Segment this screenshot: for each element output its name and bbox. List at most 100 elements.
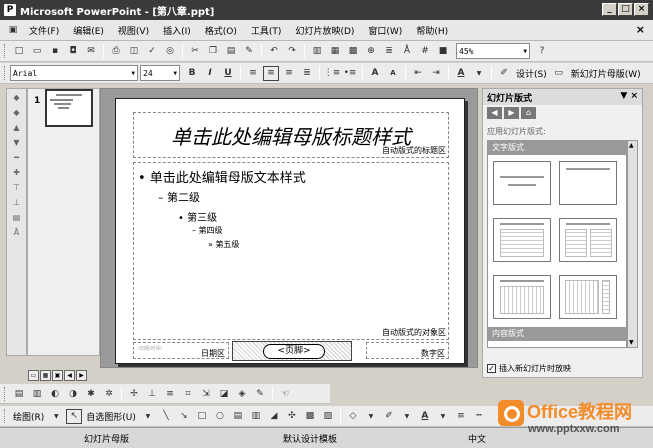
font-combo[interactable]: Arial ▼ <box>10 65 138 81</box>
number-placeholder[interactable]: 数字区 <box>366 342 449 359</box>
new-icon[interactable]: □ <box>11 44 27 59</box>
body-level-3[interactable]: • 第三级 <box>178 209 217 224</box>
line-color-icon[interactable]: ✐ <box>381 409 397 424</box>
new-master-button[interactable]: 新幻灯片母版(W) <box>568 67 644 80</box>
select-objects-icon[interactable]: ↖ <box>66 408 83 424</box>
menu-help[interactable]: 帮助(H) <box>409 24 455 37</box>
scroll-left-icon[interactable]: ◀ <box>64 369 75 381</box>
email-icon[interactable]: ✉ <box>83 44 99 59</box>
task-pane-controls[interactable]: ▼ × <box>620 91 638 101</box>
scroll-down-icon[interactable]: ▼ <box>629 339 634 346</box>
arrow-right-icon[interactable]: ◆ <box>13 108 19 117</box>
chevron-down-icon[interactable]: ▼ <box>140 409 156 424</box>
toolbar-grip[interactable] <box>4 44 7 58</box>
line-color-icon[interactable]: ✎ <box>252 386 268 401</box>
zoom-combo[interactable]: 45% ▼ <box>456 43 530 59</box>
toolbar-grip[interactable] <box>4 386 7 401</box>
move-up-icon[interactable]: ▲ <box>13 123 19 132</box>
font-color-icon[interactable]: A <box>417 409 433 424</box>
slideshow-view-icon[interactable]: ▣ <box>52 369 63 381</box>
scroll-right-icon[interactable]: ▶ <box>76 369 87 381</box>
collapse-all-icon[interactable]: ⊤ <box>13 183 20 192</box>
menu-view[interactable]: 视图(V) <box>111 24 156 37</box>
chevron-down-icon[interactable]: ▼ <box>48 409 64 424</box>
line-style-icon[interactable]: ≡ <box>453 409 469 424</box>
collapse-icon[interactable]: ━ <box>14 153 19 162</box>
body-level-1[interactable]: • 单击此处编辑母版文本样式 <box>138 167 306 186</box>
layout-vertical-text[interactable] <box>493 275 551 319</box>
align-right-icon[interactable]: ≡ <box>281 66 297 81</box>
diagram-icon[interactable]: ✣ <box>284 409 300 424</box>
numbering-icon[interactable]: ⋮≡ <box>324 66 341 81</box>
decrease-font-button[interactable]: A <box>385 66 401 81</box>
summary-slide-icon[interactable]: ▤ <box>13 213 21 222</box>
date-placeholder[interactable]: ‹日期/时间› 日期区 <box>133 342 229 359</box>
expand-all-icon[interactable]: ≣ <box>381 44 397 59</box>
help-icon[interactable]: ? <box>534 44 550 59</box>
title-placeholder[interactable]: 单击此处编辑母版标题样式 自动版式的标题区 <box>133 112 449 158</box>
justify-icon[interactable]: ≣ <box>299 66 315 81</box>
show-on-insert-option[interactable]: ✓ 插入新幻灯片时放映 <box>487 363 571 374</box>
chevron-down-icon[interactable]: ▼ <box>435 409 451 424</box>
scroll-up-icon[interactable]: ▲ <box>629 142 634 149</box>
home-icon[interactable]: ⌂ <box>521 107 536 119</box>
document-close-button[interactable]: × <box>636 23 645 36</box>
decrease-indent-icon[interactable]: ⇤ <box>410 66 426 81</box>
undo-icon[interactable]: ↶ <box>266 44 282 59</box>
chevron-down-icon[interactable]: ▼ <box>399 409 415 424</box>
slide-sorter-view-icon[interactable]: ▦ <box>40 369 51 381</box>
dash-style-icon[interactable]: ⌗ <box>180 386 196 401</box>
body-level-5[interactable]: » 第五级 <box>208 239 239 250</box>
fill-color-icon[interactable]: ◇ <box>345 409 361 424</box>
insert-chart-icon[interactable]: ▥ <box>309 44 325 59</box>
body-level-2[interactable]: – 第二级 <box>158 189 200 205</box>
save-icon[interactable]: ▪ <box>47 44 63 59</box>
line-style-icon[interactable]: ≡ <box>162 386 178 401</box>
dash-style-icon[interactable]: ┅ <box>471 409 487 424</box>
show-on-insert-checkbox[interactable]: ✓ <box>487 364 496 373</box>
normal-view-icon[interactable]: ▭ <box>28 369 39 381</box>
layout-title-only[interactable] <box>559 161 617 205</box>
toolbar-grip[interactable] <box>4 409 7 423</box>
layout-gallery-scrollbar[interactable]: ▲ ▼ <box>627 140 638 348</box>
minimize-button[interactable]: _ <box>602 3 617 16</box>
layout-two-column-text[interactable] <box>559 218 617 262</box>
body-level-4[interactable]: – 第四级 <box>192 225 223 236</box>
chevron-down-icon[interactable]: ▼ <box>523 48 527 55</box>
back-icon[interactable]: ◀ <box>487 107 502 119</box>
insert-new-master-icon[interactable]: ▤ <box>11 386 27 401</box>
textbox-icon[interactable]: ▤ <box>230 409 246 424</box>
slide-master-canvas[interactable]: 单击此处编辑母版标题样式 自动版式的标题区 • 单击此处编辑母版文本样式 – 第… <box>115 98 465 364</box>
paste-icon[interactable]: ▤ <box>223 44 239 59</box>
chevron-down-icon[interactable]: ▼ <box>363 409 379 424</box>
spelling-icon[interactable]: ✓ <box>144 44 160 59</box>
oval-icon[interactable]: ○ <box>212 409 228 424</box>
toolbar-grip[interactable] <box>4 66 7 80</box>
move-down-icon[interactable]: ▼ <box>13 138 19 147</box>
insert-hyperlink-icon[interactable]: ⊕ <box>363 44 379 59</box>
menu-format[interactable]: 格式(O) <box>198 24 244 37</box>
menu-tools[interactable]: 工具(T) <box>244 24 289 37</box>
show-formatting-icon[interactable]: Å <box>14 228 19 237</box>
font-size-combo[interactable]: 24 ▼ <box>140 65 180 81</box>
increase-font-button[interactable]: A <box>367 66 383 81</box>
forward-icon[interactable]: ▶ <box>504 107 519 119</box>
font-color-button[interactable]: A <box>453 66 469 81</box>
copy-icon[interactable]: ❐ <box>205 44 221 59</box>
color-grayscale-icon[interactable]: ■ <box>435 44 451 59</box>
arrow-icon[interactable]: ↘ <box>176 409 192 424</box>
picture-icon[interactable]: ▨ <box>320 409 336 424</box>
menu-edit[interactable]: 编辑(E) <box>66 24 111 37</box>
preserve-master-icon[interactable]: ◑ <box>65 386 81 401</box>
permission-icon[interactable]: ◘ <box>65 44 81 59</box>
italic-button[interactable]: I <box>202 66 218 81</box>
print-preview-icon[interactable]: ◫ <box>126 44 142 59</box>
align-objects-icon[interactable]: ⊥ <box>144 386 160 401</box>
bullets-icon[interactable]: •≡ <box>342 66 358 81</box>
insert-table-icon[interactable]: ▦ <box>327 44 343 59</box>
arrow-style-icon[interactable]: ⇲ <box>198 386 214 401</box>
chevron-down-icon[interactable]: ▼ <box>471 66 487 81</box>
rename-master-icon[interactable]: ✱ <box>83 386 99 401</box>
document-menu-icon[interactable]: ▣ <box>5 23 21 38</box>
cut-icon[interactable]: ✂ <box>187 44 203 59</box>
